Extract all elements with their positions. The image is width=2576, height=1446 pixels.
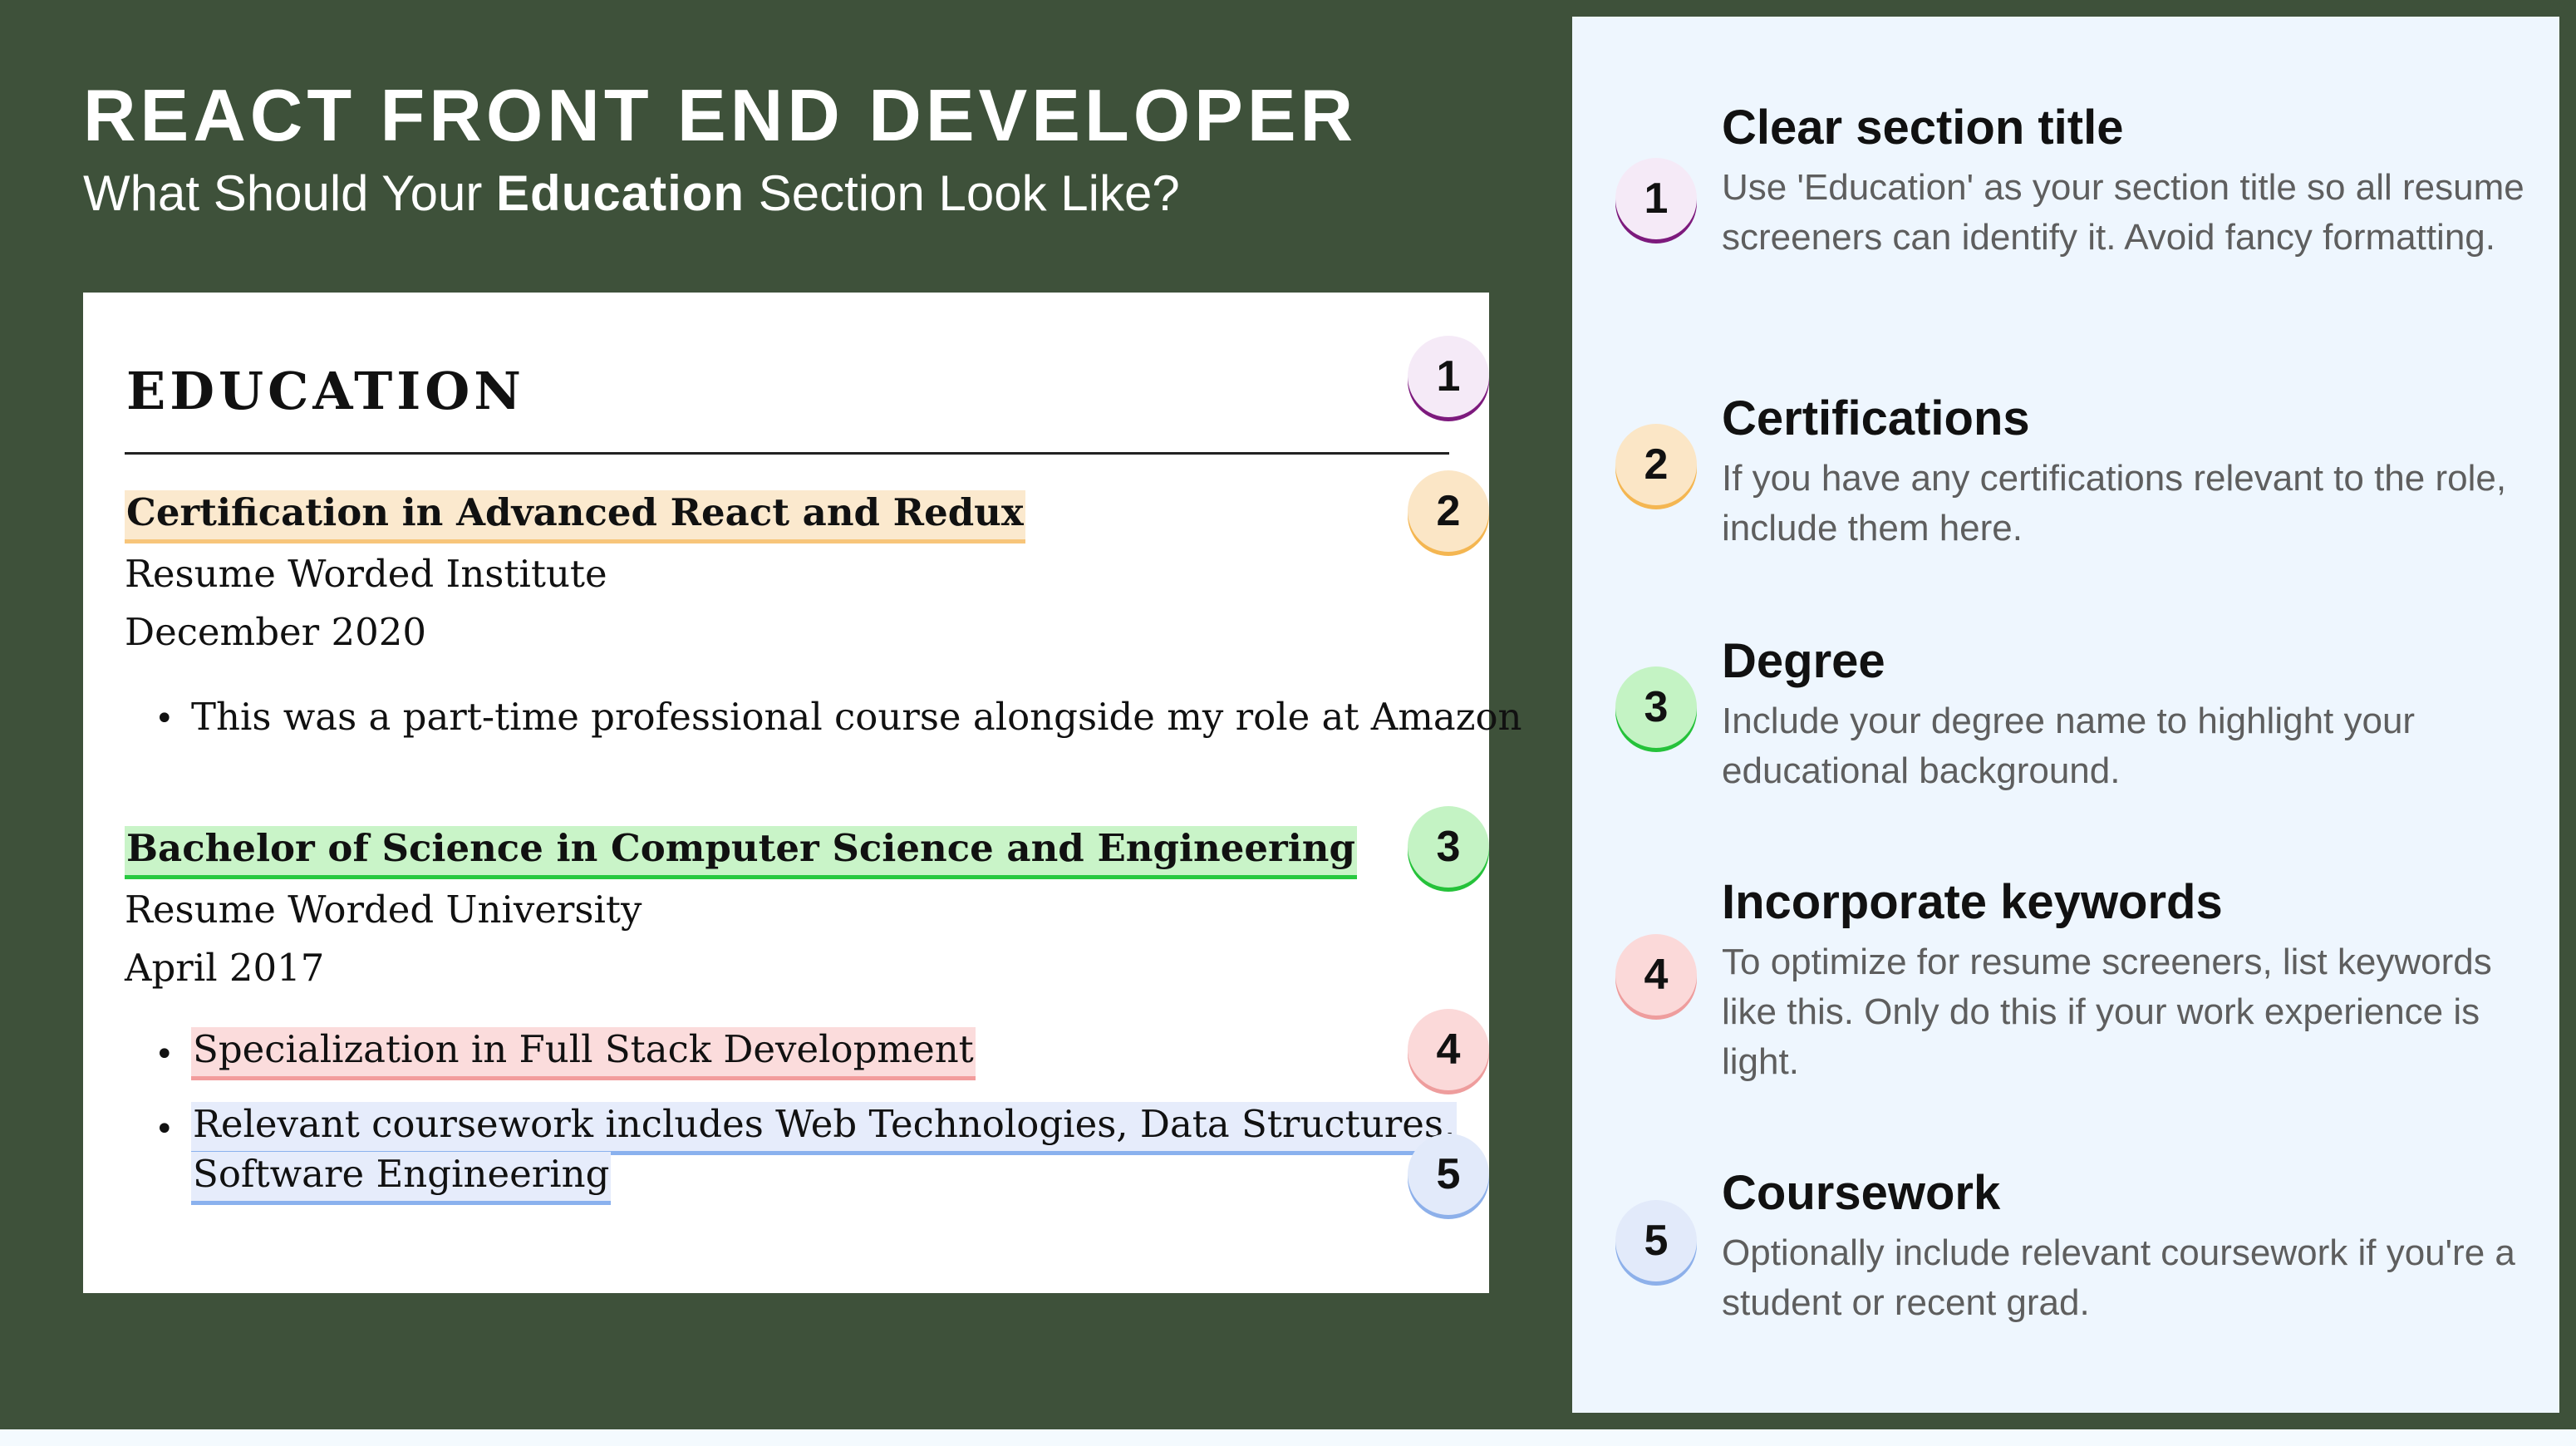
resume-card: EDUCATION 1 Certification in Advanced Re… — [83, 293, 1522, 1293]
certification-date: December 2020 — [125, 610, 426, 654]
footer-strip — [0, 1429, 2576, 1446]
page-subtitle: What Should Your Education Section Look … — [83, 165, 1180, 222]
badge-3: 3 — [1408, 806, 1489, 888]
coursework-highlight-2: Software Engineering — [191, 1152, 612, 1205]
certification-title-highlight: Certification in Advanced React and Redu… — [125, 490, 1025, 543]
badge-5: 5 — [1408, 1134, 1489, 1215]
tip-badge-3: 3 — [1615, 666, 1697, 748]
tip-title-1: Clear section title — [1722, 101, 2124, 155]
tip-title-4: Incorporate keywords — [1722, 875, 2223, 929]
tip-description-3: Include your degree name to highlight yo… — [1722, 701, 2416, 791]
tip-badge-5: 5 — [1615, 1200, 1697, 1281]
tip-title-3: Degree — [1722, 634, 1885, 688]
bullet-marker: • — [155, 700, 175, 738]
specialization-highlight: Specialization in Full Stack Development — [191, 1027, 976, 1080]
tip-description-1: Use 'Education' as your section title so… — [1722, 167, 2524, 258]
tip-description-5: Optionally include relevant coursework i… — [1722, 1232, 2515, 1323]
heading-divider — [125, 452, 1449, 455]
coursework-highlight-1: Relevant coursework includes Web Technol… — [191, 1102, 1458, 1155]
tip-badge-2: 2 — [1615, 424, 1697, 505]
degree-title-highlight: Bachelor of Science in Computer Science … — [125, 826, 1357, 879]
tip-badge-1: 1 — [1615, 158, 1697, 239]
degree-title: Bachelor of Science in Computer Science … — [125, 826, 1357, 879]
tip-title-2: Certifications — [1722, 391, 2030, 445]
tip-title-5: Coursework — [1722, 1166, 2001, 1220]
tip-description-4: To optimize for resume screeners, list k… — [1722, 942, 2492, 1082]
badge-4: 4 — [1408, 1009, 1489, 1090]
degree-date: April 2017 — [125, 946, 325, 990]
coursework-bullet-line-1: Relevant coursework includes Web Technol… — [191, 1102, 1458, 1155]
subtitle-before: What Should Your — [83, 165, 497, 221]
bullet-marker: • — [155, 1110, 175, 1148]
badge-2: 2 — [1408, 470, 1489, 552]
tips-panel: 1 Clear section title Use 'Education' as… — [1572, 17, 2559, 1413]
education-heading: EDUCATION — [126, 361, 525, 421]
certification-bullet: This was a part-time professional course… — [191, 695, 1522, 739]
subtitle-after: Section Look Like? — [745, 165, 1180, 221]
degree-institution: Resume Worded University — [125, 888, 642, 932]
coursework-bullet-line-2: Software Engineering — [191, 1152, 612, 1205]
tip-description-2: If you have any certifications relevant … — [1722, 458, 2507, 548]
certification-title: Certification in Advanced React and Redu… — [125, 490, 1025, 543]
subtitle-bold: Education — [496, 165, 745, 221]
specialization-bullet: Specialization in Full Stack Development — [191, 1027, 976, 1080]
badge-1: 1 — [1408, 336, 1489, 417]
certification-institution: Resume Worded Institute — [125, 552, 607, 596]
page-title: REACT FRONT END DEVELOPER — [83, 74, 1358, 156]
bullet-marker: • — [155, 1035, 175, 1074]
tip-badge-4: 4 — [1615, 934, 1697, 1016]
